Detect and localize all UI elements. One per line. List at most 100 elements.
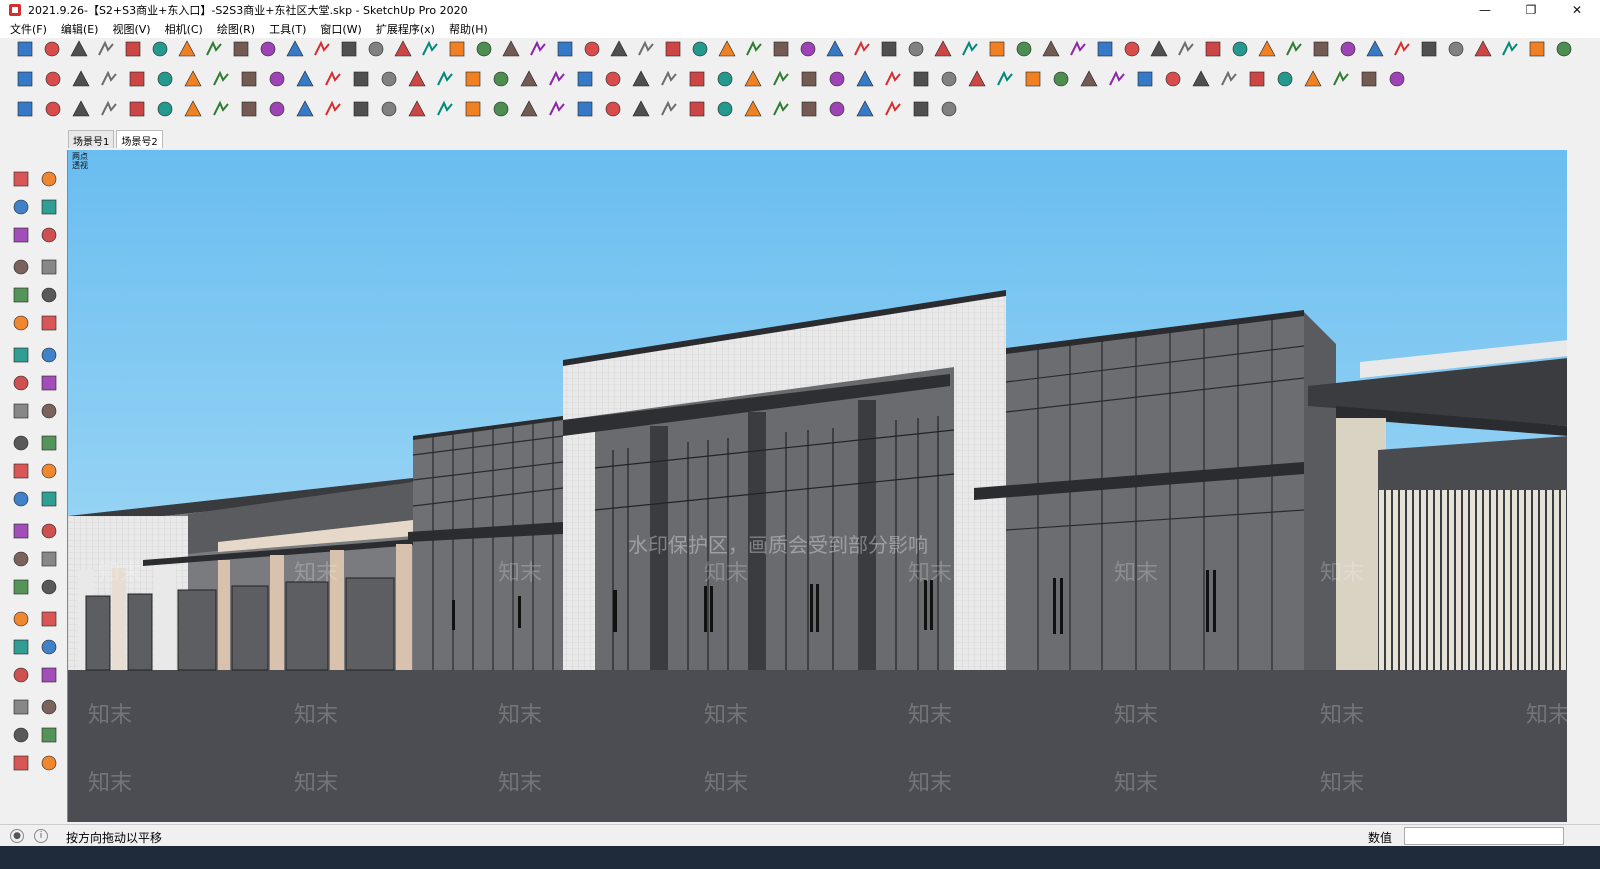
- palette-tool-icon-40[interactable]: [38, 724, 60, 746]
- curve-tool-icon-23[interactable]: [630, 98, 654, 122]
- curve-tool-icon-5[interactable]: [126, 98, 150, 122]
- menu-tools[interactable]: 工具(T): [269, 21, 306, 37]
- palette-tool-icon-30[interactable]: [38, 576, 60, 598]
- main-tool-icon-23[interactable]: [608, 38, 632, 62]
- main-tool-icon-55[interactable]: [1472, 38, 1496, 62]
- extension-tool-icon-21[interactable]: [574, 68, 598, 92]
- main-tool-icon-37[interactable]: [986, 38, 1010, 62]
- curve-tool-icon-33[interactable]: [910, 98, 934, 122]
- main-tool-icon-6[interactable]: [149, 38, 173, 62]
- main-tool-icon-18[interactable]: [473, 38, 497, 62]
- main-tool-icon-29[interactable]: [770, 38, 794, 62]
- palette-tool-icon-27[interactable]: [10, 548, 32, 570]
- main-tool-icon-15[interactable]: [392, 38, 416, 62]
- extension-tool-icon-33[interactable]: [910, 68, 934, 92]
- main-tool-icon-57[interactable]: [1526, 38, 1550, 62]
- main-tool-icon-17[interactable]: [446, 38, 470, 62]
- main-tool-icon-16[interactable]: [419, 38, 443, 62]
- extension-tool-icon-22[interactable]: [602, 68, 626, 92]
- curve-tool-icon-1[interactable]: [14, 98, 38, 122]
- extension-tool-icon-47[interactable]: [1302, 68, 1326, 92]
- extension-tool-icon-9[interactable]: [238, 68, 262, 92]
- palette-tool-icon-31[interactable]: [10, 608, 32, 630]
- extension-tool-icon-39[interactable]: [1078, 68, 1102, 92]
- main-tool-icon-1[interactable]: [14, 38, 38, 62]
- main-tool-icon-44[interactable]: [1175, 38, 1199, 62]
- palette-tool-icon-5[interactable]: [10, 224, 32, 246]
- palette-tool-icon-25[interactable]: [10, 520, 32, 542]
- main-tool-icon-49[interactable]: [1310, 38, 1334, 62]
- palette-tool-icon-23[interactable]: [10, 488, 32, 510]
- palette-tool-icon-34[interactable]: [38, 636, 60, 658]
- menu-view[interactable]: 视图(V): [112, 21, 150, 37]
- extension-tool-icon-40[interactable]: [1106, 68, 1130, 92]
- extension-tool-icon-24[interactable]: [658, 68, 682, 92]
- main-tool-icon-20[interactable]: [527, 38, 551, 62]
- curve-tool-icon-2[interactable]: [42, 98, 66, 122]
- palette-tool-icon-18[interactable]: [38, 400, 60, 422]
- curve-tool-icon-9[interactable]: [238, 98, 262, 122]
- maximize-button[interactable]: ❐: [1508, 0, 1554, 20]
- main-tool-icon-14[interactable]: [365, 38, 389, 62]
- curve-tool-icon-16[interactable]: [434, 98, 458, 122]
- main-tool-icon-13[interactable]: [338, 38, 362, 62]
- extension-tool-icon-42[interactable]: [1162, 68, 1186, 92]
- extension-tool-icon-41[interactable]: [1134, 68, 1158, 92]
- curve-tool-icon-12[interactable]: [322, 98, 346, 122]
- main-tool-icon-40[interactable]: [1067, 38, 1091, 62]
- menu-camera[interactable]: 相机(C): [165, 21, 203, 37]
- extension-tool-icon-18[interactable]: [490, 68, 514, 92]
- palette-tool-icon-1[interactable]: [10, 168, 32, 190]
- palette-tool-icon-21[interactable]: [10, 460, 32, 482]
- palette-tool-icon-26[interactable]: [38, 520, 60, 542]
- curve-tool-icon-22[interactable]: [602, 98, 626, 122]
- curve-tool-icon-28[interactable]: [770, 98, 794, 122]
- main-tool-icon-38[interactable]: [1013, 38, 1037, 62]
- main-tool-icon-31[interactable]: [824, 38, 848, 62]
- main-tool-icon-58[interactable]: [1553, 38, 1577, 62]
- palette-tool-icon-13[interactable]: [10, 344, 32, 366]
- main-tool-icon-42[interactable]: [1121, 38, 1145, 62]
- main-tool-icon-54[interactable]: [1445, 38, 1469, 62]
- menu-draw[interactable]: 绘图(R): [217, 21, 255, 37]
- curve-tool-icon-15[interactable]: [406, 98, 430, 122]
- model-viewport[interactable]: 水印保护区，画质会受到部分影响 知末 知末 知末 知末 知末 知末 知末 知末 知末 知末 知末 知末…: [67, 150, 1567, 822]
- main-tool-icon-33[interactable]: [878, 38, 902, 62]
- main-tool-icon-48[interactable]: [1283, 38, 1307, 62]
- main-tool-icon-56[interactable]: [1499, 38, 1523, 62]
- main-tool-icon-36[interactable]: [959, 38, 983, 62]
- extension-tool-icon-13[interactable]: [350, 68, 374, 92]
- main-tool-icon-27[interactable]: [716, 38, 740, 62]
- extension-tool-icon-1[interactable]: [14, 68, 38, 92]
- palette-tool-icon-8[interactable]: [38, 256, 60, 278]
- curve-tool-icon-21[interactable]: [574, 98, 598, 122]
- extension-tool-icon-38[interactable]: [1050, 68, 1074, 92]
- menu-help[interactable]: 帮助(H): [449, 21, 488, 37]
- extension-tool-icon-12[interactable]: [322, 68, 346, 92]
- scene-tab-1[interactable]: 场景号1: [68, 130, 115, 148]
- extension-tool-icon-43[interactable]: [1190, 68, 1214, 92]
- main-tool-icon-4[interactable]: [95, 38, 119, 62]
- palette-tool-icon-11[interactable]: [10, 312, 32, 334]
- palette-tool-icon-38[interactable]: [38, 696, 60, 718]
- menu-window[interactable]: 窗口(W): [320, 21, 361, 37]
- main-tool-icon-8[interactable]: [203, 38, 227, 62]
- extension-tool-icon-29[interactable]: [798, 68, 822, 92]
- main-tool-icon-26[interactable]: [689, 38, 713, 62]
- extension-tool-icon-15[interactable]: [406, 68, 430, 92]
- extension-tool-icon-8[interactable]: [210, 68, 234, 92]
- main-tool-icon-22[interactable]: [581, 38, 605, 62]
- main-tool-icon-34[interactable]: [905, 38, 929, 62]
- main-tool-icon-39[interactable]: [1040, 38, 1064, 62]
- extension-tool-icon-46[interactable]: [1274, 68, 1298, 92]
- palette-tool-icon-28[interactable]: [38, 548, 60, 570]
- main-tool-icon-43[interactable]: [1148, 38, 1172, 62]
- curve-tool-icon-14[interactable]: [378, 98, 402, 122]
- curve-tool-icon-11[interactable]: [294, 98, 318, 122]
- palette-tool-icon-29[interactable]: [10, 576, 32, 598]
- main-tool-icon-10[interactable]: [257, 38, 281, 62]
- main-tool-icon-32[interactable]: [851, 38, 875, 62]
- palette-tool-icon-42[interactable]: [38, 752, 60, 774]
- palette-tool-icon-36[interactable]: [38, 664, 60, 686]
- extension-tool-icon-26[interactable]: [714, 68, 738, 92]
